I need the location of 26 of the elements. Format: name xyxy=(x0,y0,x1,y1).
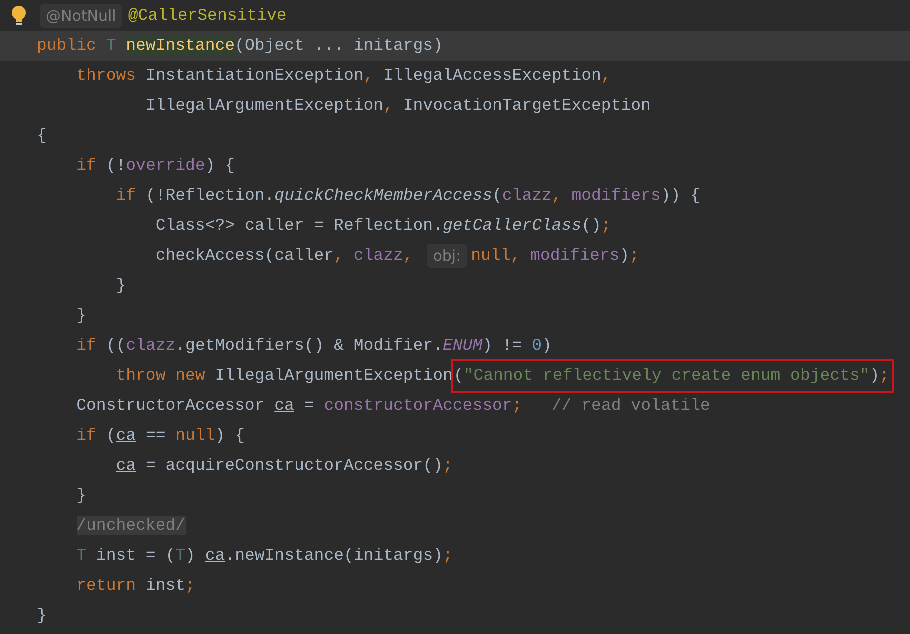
code-text: if (!Reflection.quickCheckMemberAccess(clazz, modifiers)) { xyxy=(115,185,700,207)
code-text: } xyxy=(37,605,47,627)
code-text: } xyxy=(76,305,87,327)
inlay-hint: @NotNull xyxy=(40,4,122,28)
code-text: ConstructorAccessor ca = constructorAccessor; // read volatile xyxy=(76,395,710,417)
lightbulb-icon[interactable] xyxy=(10,5,26,27)
code-text: throw new IllegalArgumentException xyxy=(115,365,453,387)
code-text: ca = acquireConstructorAccessor(); xyxy=(115,455,453,477)
code-text: /unchecked/ xyxy=(76,515,186,537)
code-text: } xyxy=(115,275,126,297)
code-text: if (!override) { xyxy=(76,155,236,177)
code-text: if (ca == null) { xyxy=(76,425,245,447)
code-text: T inst = (T) ca.newInstance(initargs); xyxy=(76,545,453,567)
code-text: throws InstantiationException, IllegalAccessException, xyxy=(76,65,612,87)
code-text: return inst; xyxy=(76,575,196,597)
code-text: IllegalArgumentException, InvocationTargetException xyxy=(144,95,651,117)
code-text: { xyxy=(37,125,47,147)
code-text: null, modifiers); xyxy=(471,245,640,267)
code-text: } xyxy=(76,485,87,507)
code-text: public T newInstance(Object ... initargs) xyxy=(37,35,443,57)
code-text: @CallerSensitive xyxy=(128,5,287,27)
code-text: if ((clazz.getModifiers() & Modifier.ENUM) != 0) xyxy=(76,335,552,357)
highlighted-code: ("Cannot reflectively create enum objects"); xyxy=(450,359,894,393)
code-text: checkAccess(caller, clazz, xyxy=(154,245,414,267)
code-text: Class<?> caller = Reflection.getCallerClass(); xyxy=(154,215,612,237)
inlay-hint: obj: xyxy=(427,244,468,268)
